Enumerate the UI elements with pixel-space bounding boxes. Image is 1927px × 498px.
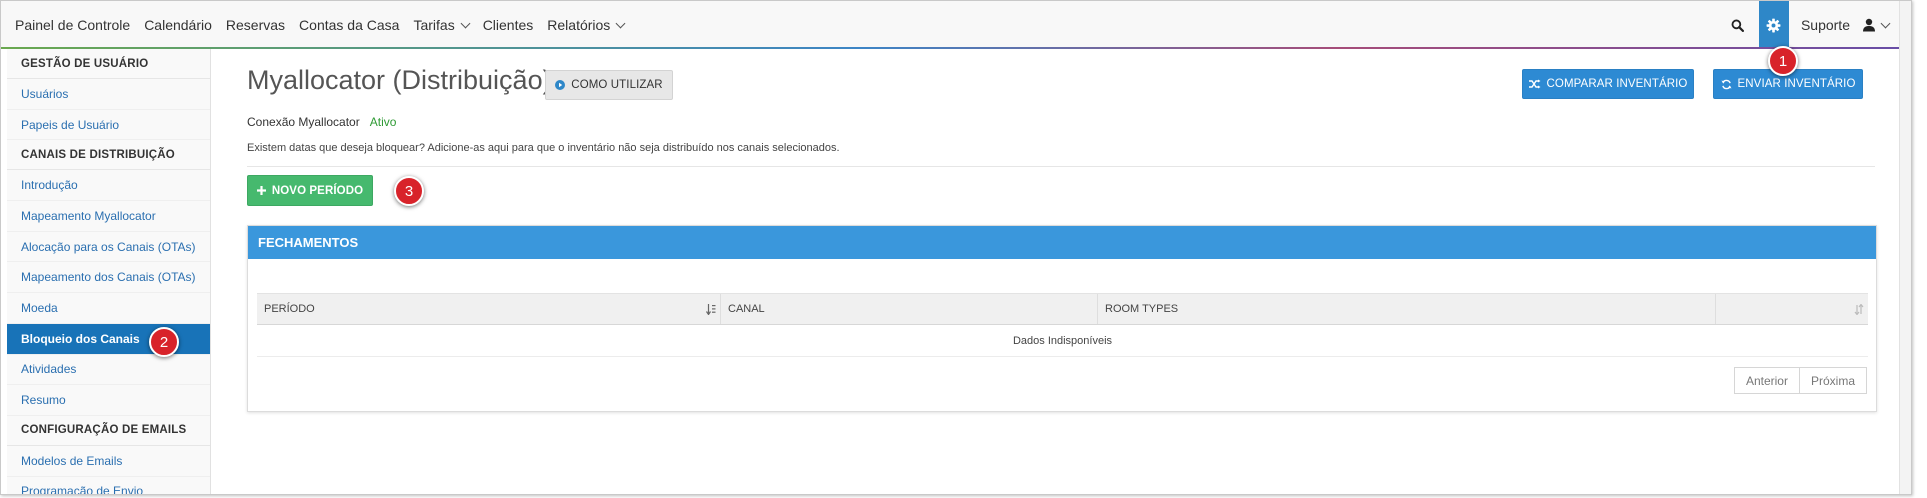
sidebar-item-bloqueio-dos-canais[interactable]: Bloqueio dos Canais (7, 323, 210, 355)
nav-label: Painel de Controle (15, 17, 131, 33)
nav-label: Clientes (482, 17, 534, 33)
nav-tools: Suporte (1723, 1, 1891, 49)
refresh-icon (1720, 79, 1732, 90)
search-icon (1732, 19, 1745, 32)
sidebar-item-modelos-de-emails[interactable]: Modelos de Emails (7, 446, 210, 477)
callout-2: 2 (149, 327, 179, 357)
settings-sidebar: GESTÃO DE USUÁRIO Usuários Papeis de Usu… (7, 49, 211, 494)
nav-label: Relatórios (547, 17, 611, 33)
new-period-label: NOVO PERÍODO (271, 184, 364, 197)
nav-label: Tarifas (413, 17, 455, 33)
nav-painel-de-controle[interactable]: Painel de Controle (15, 17, 130, 33)
table-empty-row: Dados Indisponíveis (257, 325, 1868, 357)
previous-page-button[interactable]: Anterior (1733, 367, 1800, 394)
support-link[interactable]: Suporte (1801, 17, 1850, 33)
empty-text: Dados Indisponíveis (1012, 334, 1113, 347)
divider (247, 166, 1875, 167)
next-page-button[interactable]: Próxima (1799, 367, 1867, 394)
sidebar-item-atividades[interactable]: Atividades (7, 355, 210, 386)
new-period-button[interactable]: NOVO PERÍODO (247, 175, 373, 206)
chevron-down-icon (460, 18, 471, 28)
page-title: Myallocator (Distribuição) (247, 65, 552, 95)
callout-1: 1 (1768, 46, 1798, 76)
plus-icon (256, 186, 266, 195)
nav-label: Contas da Casa (299, 17, 400, 33)
compare-inventory-button[interactable]: COMPARAR INVENTÁRIO (1522, 69, 1694, 99)
pagination: Anterior Próxima (1733, 367, 1867, 394)
window-scrollbar[interactable] (1899, 1, 1911, 494)
sidebar-item-usuarios[interactable]: Usuários (7, 79, 210, 110)
closures-panel: FECHAMENTOS PERÍODO CANAL ROOM TYPES Dad… (247, 225, 1877, 412)
column-header-canal[interactable]: CANAL (721, 294, 1098, 324)
chevron-down-icon (615, 18, 626, 28)
sidebar-section-header: GESTÃO DE USUÁRIO (7, 49, 210, 79)
sort-asc-icon (706, 304, 716, 318)
closures-table: PERÍODO CANAL ROOM TYPES Dados Indisponí… (257, 293, 1868, 357)
column-header-actions[interactable] (1716, 294, 1868, 324)
send-inventory-label: ENVIAR INVENTÁRIO (1737, 78, 1856, 90)
app-window: Painel de Controle Calendário Reservas C… (0, 0, 1912, 495)
main-content: Myallocator (Distribuição) COMO UTILIZAR… (247, 49, 1877, 494)
sidebar-item-resumo[interactable]: Resumo (7, 385, 210, 416)
nav-relatorios[interactable]: Relatórios (547, 17, 626, 33)
sidebar-section-header: CONFIGURAÇÃO DE EMAILS (7, 416, 210, 446)
sort-both-icon (1854, 303, 1864, 318)
chevron-down-icon (1880, 18, 1891, 28)
nav-reservas[interactable]: Reservas (226, 17, 285, 33)
gear-icon (1767, 18, 1781, 32)
sidebar-item-programacao-de-envio[interactable]: Programação de Envio (7, 477, 210, 494)
column-header-room-types[interactable]: ROOM TYPES (1098, 294, 1716, 324)
settings-button[interactable] (1758, 1, 1789, 49)
column-label: PERÍODO (264, 303, 315, 315)
user-icon (1863, 18, 1875, 32)
sidebar-item-alocacao-canais[interactable]: Alocação para os Canais (OTAs) (7, 232, 210, 263)
top-navbar: Painel de Controle Calendário Reservas C… (1, 1, 1911, 49)
how-to-use-button[interactable]: COMO UTILIZAR (545, 70, 673, 100)
nav-calendario[interactable]: Calendário (144, 17, 212, 33)
callout-3: 3 (394, 176, 424, 206)
nav-label: Reservas (225, 17, 286, 33)
nav-label: Calendário (144, 17, 212, 33)
sidebar-item-introducao[interactable]: Introdução (7, 170, 210, 202)
nav-tarifas[interactable]: Tarifas (413, 17, 471, 33)
column-header-periodo[interactable]: PERÍODO (257, 294, 721, 324)
shuffle-icon (1528, 79, 1541, 89)
compare-inventory-label: COMPARAR INVENTÁRIO (1546, 78, 1688, 90)
play-circle-icon (555, 80, 566, 90)
help-text: Existem datas que deseja bloquear? Adici… (247, 142, 840, 154)
panel-title: FECHAMENTOS (248, 226, 1876, 259)
sidebar-section-header: CANAIS DE DISTRIBUIÇÃO (7, 140, 210, 171)
column-label: ROOM TYPES (1105, 303, 1179, 315)
column-label: CANAL (728, 303, 765, 315)
nav-clientes[interactable]: Clientes (483, 17, 534, 33)
sidebar-item-papeis-de-usuario[interactable]: Papeis de Usuário (7, 110, 210, 141)
main-menu: Painel de Controle Calendário Reservas C… (15, 1, 638, 49)
search-button[interactable] (1723, 1, 1753, 49)
connection-status-line: Conexão Myallocator Ativo (247, 115, 396, 129)
nav-contas-da-casa[interactable]: Contas da Casa (299, 17, 399, 33)
table-header: PERÍODO CANAL ROOM TYPES (257, 293, 1868, 325)
status-badge: Ativo (369, 115, 397, 129)
sidebar-item-moeda[interactable]: Moeda (7, 293, 210, 324)
user-menu-button[interactable] (1862, 18, 1891, 32)
sidebar-item-mapeamento-canais[interactable]: Mapeamento dos Canais (OTAs) (7, 262, 210, 294)
sidebar-item-mapeamento-myallocator[interactable]: Mapeamento Myallocator (7, 201, 210, 232)
connection-label: Conexão Myallocator (247, 115, 360, 129)
how-to-use-label: COMO UTILIZAR (571, 79, 663, 91)
